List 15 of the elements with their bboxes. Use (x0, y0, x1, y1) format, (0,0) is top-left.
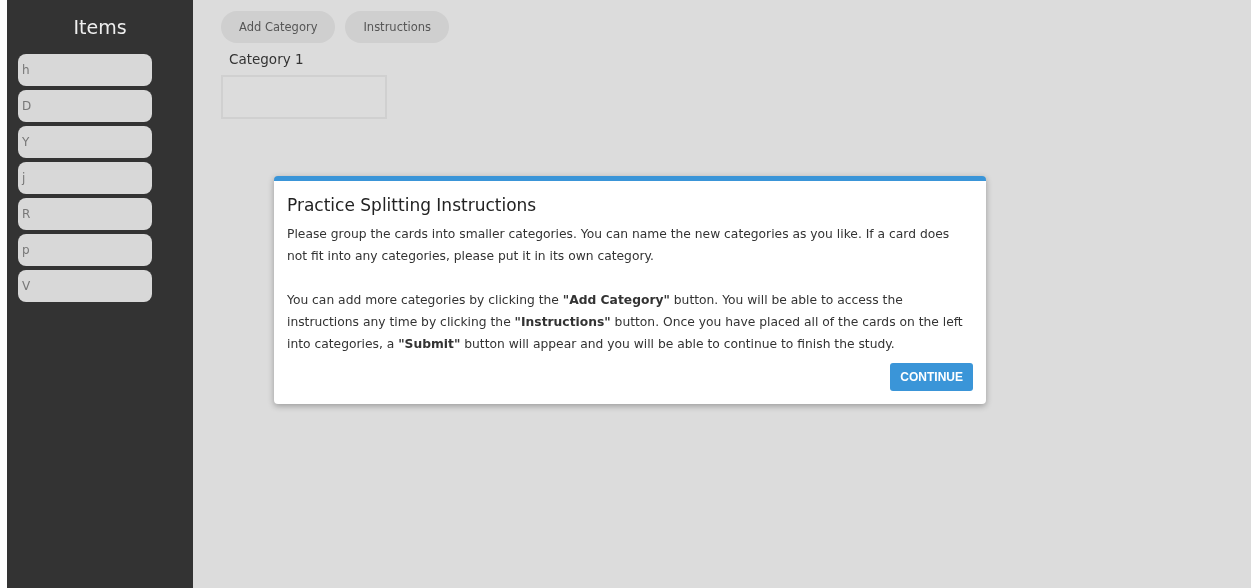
instructions-paragraph: You can add more categories by clicking the "Add Category" button. You will be able to access the instructions any time by clicking the "Instructions" button. Once you have placed all of the cards on the left into categories, a "Submit" button will appear and you will be able to continue to finish the study. (287, 292, 964, 353)
sidebar-title: Items (73, 16, 127, 38)
item-card[interactable]: D (18, 90, 152, 122)
continue-button[interactable]: CONTINUE (890, 363, 973, 391)
category-name: Category 1 (229, 51, 305, 67)
instructions-paragraph: Please group the cards into smaller categories. You can name the new categories as you like. If a card does not fit into any categories, please put it in its own category. (287, 226, 951, 265)
item-card[interactable]: j (18, 162, 152, 194)
item-card[interactable]: h (18, 54, 152, 86)
item-card[interactable]: R (18, 198, 152, 230)
toolbar-button[interactable]: Instructions (345, 11, 449, 43)
dialog-title: Practice Splitting Instructions (287, 195, 538, 215)
item-card[interactable]: V (18, 270, 152, 302)
item-card[interactable]: Y (18, 126, 152, 158)
toolbar-button[interactable]: Add Category (221, 11, 336, 43)
item-card[interactable]: p (18, 234, 152, 266)
